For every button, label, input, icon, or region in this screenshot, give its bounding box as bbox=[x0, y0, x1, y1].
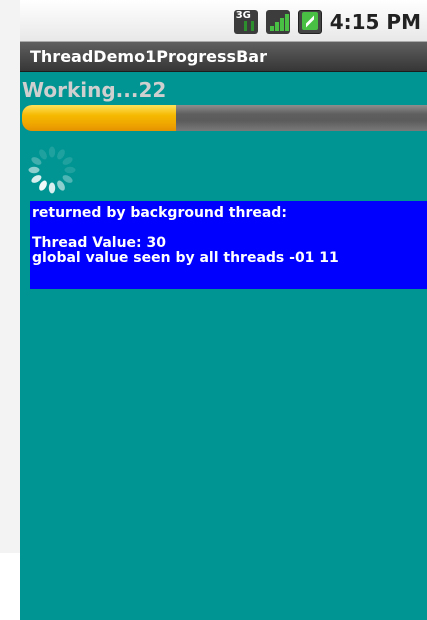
status-bar: 3G 4:15 PM bbox=[20, 0, 427, 42]
loading-spinner-icon bbox=[28, 146, 76, 194]
message-heading: returned by background thread: bbox=[32, 205, 287, 221]
network-type-label: 3G bbox=[235, 10, 251, 21]
app-title-bar: ThreadDemo1ProgressBar bbox=[20, 42, 427, 72]
signal-bar bbox=[274, 22, 279, 31]
battery-charging-icon bbox=[297, 10, 322, 34]
status-clock: 4:15 PM bbox=[329, 10, 421, 34]
data-arrows-icon bbox=[243, 21, 254, 31]
thread-value-line: Thread Value: 30 bbox=[32, 235, 166, 251]
progress-fill bbox=[22, 105, 176, 131]
charging-bolt-icon bbox=[305, 15, 314, 28]
signal-strength-icon bbox=[265, 10, 290, 34]
host-left-panel bbox=[0, 0, 21, 553]
3g-data-icon: 3G bbox=[233, 10, 258, 34]
status-icons: 3G 4:15 PM bbox=[233, 10, 421, 34]
signal-bar bbox=[284, 14, 289, 31]
app-title: ThreadDemo1ProgressBar bbox=[30, 46, 267, 66]
global-value-line: global value seen by all threads -01 11 bbox=[32, 250, 339, 266]
signal-bar bbox=[269, 26, 274, 31]
screenshot-page: 3G 4:15 PM ThreadDemo1ProgressBar Workin… bbox=[0, 0, 427, 620]
background-thread-message: returned by background thread: Thread Va… bbox=[30, 201, 427, 289]
signal-bar bbox=[279, 18, 284, 31]
horizontal-progress-bar bbox=[22, 105, 427, 131]
android-phone-screen: 3G 4:15 PM ThreadDemo1ProgressBar Workin… bbox=[20, 0, 427, 620]
working-status-text: Working...22 bbox=[22, 78, 167, 102]
